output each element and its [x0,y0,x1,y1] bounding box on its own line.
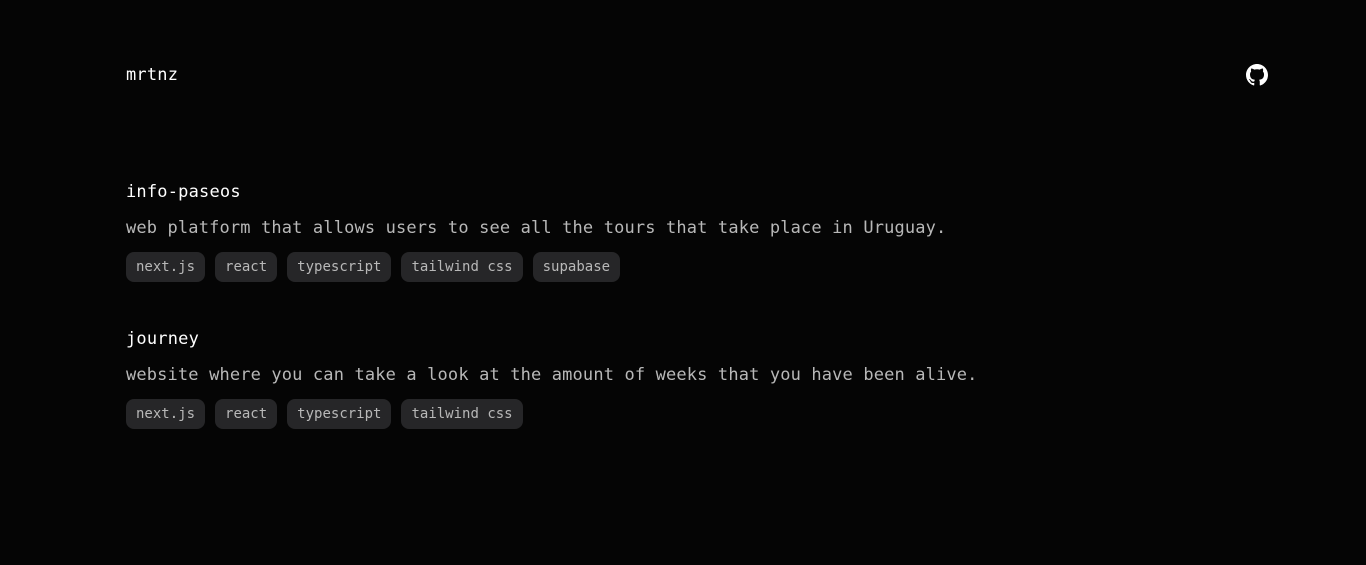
tech-tag: next.js [126,252,206,282]
github-icon [1246,64,1268,86]
tech-tag: typescript [287,252,392,282]
project-description: website where you can take a look at the… [126,365,978,385]
tech-tag: tailwind css [401,252,523,282]
tech-tags: next.js react typescript tailwind css su… [126,252,1226,282]
project-card: journey website where you can take a loo… [126,327,1226,474]
github-link[interactable] [1246,64,1268,86]
project-description: web platform that allows users to see al… [126,218,947,238]
brand-link[interactable]: mrtnz [126,64,178,86]
projects-list: info-paseos web platform that allows use… [126,180,1226,474]
tech-tag: next.js [126,399,206,429]
site-header: mrtnz [126,64,1268,88]
project-title[interactable]: info-paseos [126,180,1226,204]
tech-tags: next.js react typescript tailwind css [126,399,1226,429]
tech-tag: typescript [287,399,392,429]
tech-tag: supabase [532,252,621,282]
tech-tag: react [215,399,278,429]
tech-tag: react [215,252,278,282]
tech-tag: tailwind css [401,399,523,429]
project-card: info-paseos web platform that allows use… [126,180,1226,327]
project-title[interactable]: journey [126,327,1226,351]
